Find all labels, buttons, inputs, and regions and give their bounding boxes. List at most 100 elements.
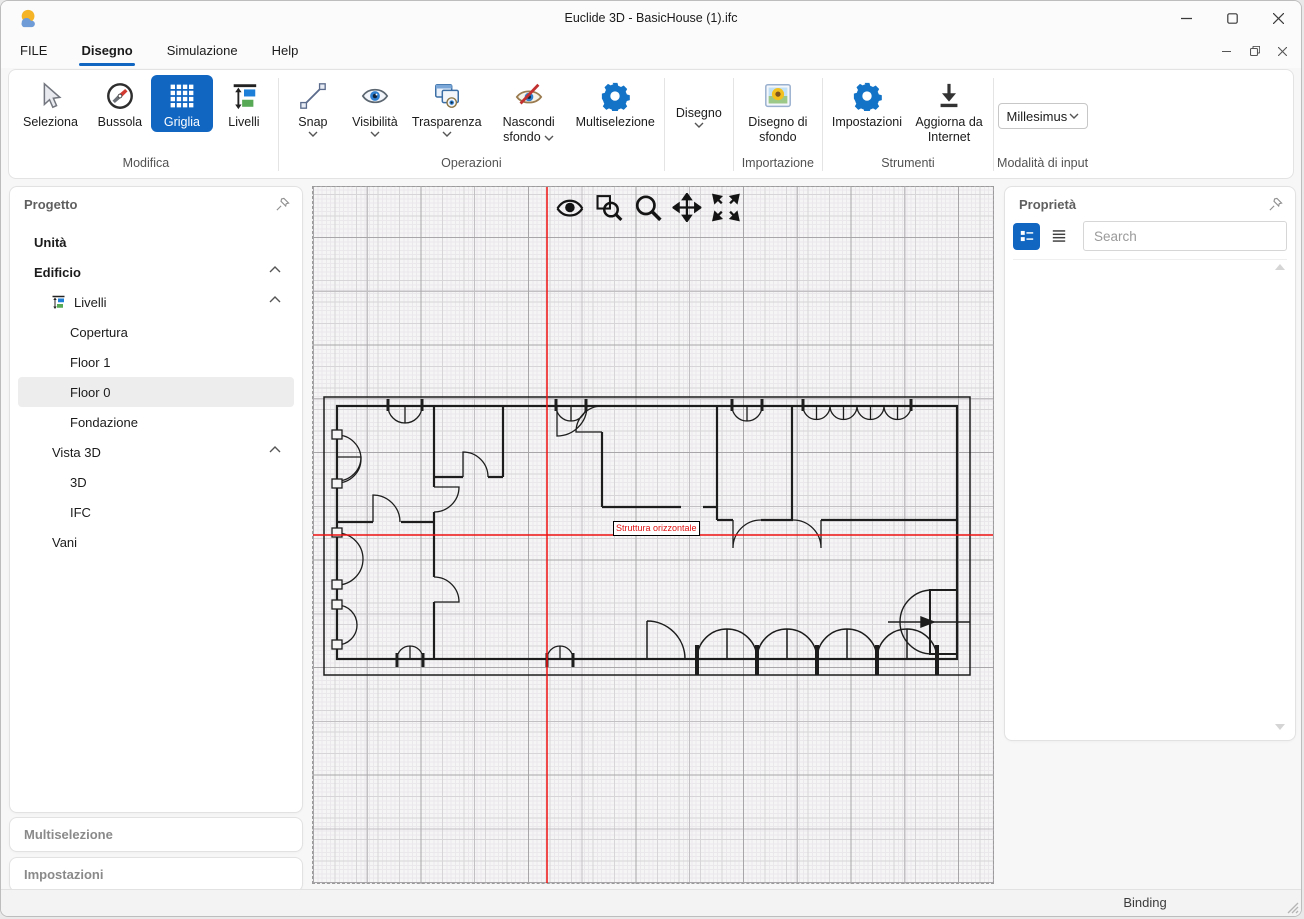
disegno-di-sfondo-button[interactable]: Disegno di sfondo	[737, 75, 819, 147]
fit-view-icon[interactable]	[710, 192, 740, 222]
structure-tooltip: Struttura orizzontale	[613, 521, 700, 536]
zoom-window-icon[interactable]	[593, 192, 623, 222]
status-binding-label: Binding	[1099, 890, 1191, 915]
chevron-up-icon[interactable]	[269, 446, 282, 454]
tree-item-ifc[interactable]: IFC	[18, 497, 294, 527]
livelli-button[interactable]: Livelli	[213, 75, 275, 132]
scroll-down-icon[interactable]	[1275, 724, 1285, 730]
properties-panel: Proprietà	[1004, 186, 1296, 741]
transparency-windows-icon	[431, 80, 463, 112]
minimize-icon[interactable]	[1163, 1, 1209, 35]
pin-icon[interactable]	[275, 197, 290, 212]
chevron-down-icon	[442, 131, 452, 137]
group-label-modalita: Modalità di input	[997, 152, 1088, 176]
ribbon-group-modalita: Millesimus Modalità di input	[997, 75, 1088, 176]
app-window: Euclide 3D - BasicHouse (1).ifc FILE Dis…	[0, 0, 1302, 917]
tree-item-vani[interactable]: Vani	[18, 527, 294, 557]
tree-item-unita[interactable]: Unità	[18, 227, 294, 257]
levels-icon	[50, 294, 66, 310]
magnifier-icon[interactable]	[632, 192, 662, 222]
chevron-down-icon	[1069, 113, 1079, 119]
menu-bar: FILE Disegno Simulazione Help	[1, 35, 1301, 68]
doc-minimize-icon[interactable]	[1213, 41, 1239, 61]
eye-icon	[359, 80, 391, 112]
ribbon: Seleziona Bussola	[8, 69, 1294, 179]
download-icon	[933, 80, 965, 112]
chevron-down-icon	[544, 135, 554, 141]
chevron-down-icon	[370, 131, 380, 137]
menu-simulazione[interactable]: Simulazione	[165, 37, 240, 66]
multiselezione-panel-header[interactable]: Multiselezione	[9, 817, 303, 852]
categorized-view-button[interactable]	[1013, 223, 1040, 250]
status-bar: Binding	[1, 889, 1301, 916]
ribbon-group-strumenti: Impostazioni Aggiorna da Internet Strume…	[826, 75, 990, 176]
aggiorna-da-internet-button[interactable]: Aggiorna da Internet	[908, 75, 990, 147]
tree-item-copertura[interactable]: Copertura	[18, 317, 294, 347]
chevron-up-icon[interactable]	[269, 296, 282, 304]
menu-disegno[interactable]: Disegno	[79, 37, 134, 66]
project-panel: Progetto Unità Edificio Livelli Copertur…	[9, 186, 303, 813]
resize-grip[interactable]	[1287, 902, 1299, 914]
menu-help[interactable]: Help	[270, 37, 301, 66]
ribbon-group-modifica: Seleziona Bussola	[17, 75, 275, 176]
disegno-dropdown-button[interactable]: Disegno	[668, 75, 730, 130]
input-mode-select[interactable]: Millesimus	[998, 103, 1088, 129]
grid-icon	[166, 80, 198, 112]
properties-toolbar	[1013, 219, 1287, 253]
doc-restore-icon[interactable]	[1242, 41, 1268, 61]
snap-icon	[297, 80, 329, 112]
bussola-button[interactable]: Bussola	[89, 75, 151, 132]
trasparenza-button[interactable]: Trasparenza	[406, 75, 488, 139]
ribbon-group-disegno: Disegno	[668, 75, 730, 176]
chevron-down-icon	[308, 131, 318, 137]
scroll-up-icon[interactable]	[1275, 264, 1285, 270]
nascondi-sfondo-button[interactable]: Nascondi sfondo	[488, 75, 570, 147]
properties-search-input[interactable]	[1083, 221, 1287, 251]
pin-icon[interactable]	[1268, 197, 1283, 212]
tree-item-edificio[interactable]: Edificio	[18, 257, 294, 287]
tree-item-fondazione[interactable]: Fondazione	[18, 407, 294, 437]
levels-icon	[228, 80, 260, 112]
tree-item-floor-1[interactable]: Floor 1	[18, 347, 294, 377]
group-label-importazione: Importazione	[737, 152, 819, 176]
window-title: Euclide 3D - BasicHouse (1).ifc	[1, 1, 1301, 35]
chevron-up-icon[interactable]	[269, 266, 282, 274]
seleziona-button[interactable]: Seleziona	[17, 75, 84, 132]
snap-button[interactable]: Snap	[282, 75, 344, 139]
tree-item-floor-0[interactable]: Floor 0	[18, 377, 294, 407]
group-label-operazioni: Operazioni	[282, 152, 661, 176]
chevron-down-icon	[694, 122, 704, 128]
ribbon-group-operazioni: Snap Visibilità	[282, 75, 661, 176]
tree-item-vista-3d[interactable]: Vista 3D	[18, 437, 294, 467]
project-panel-title: Progetto	[24, 197, 77, 212]
menu-file[interactable]: FILE	[18, 37, 49, 66]
properties-content	[1013, 259, 1287, 734]
maximize-icon[interactable]	[1209, 1, 1255, 35]
hidden-eye-icon	[513, 80, 545, 112]
compass-icon	[104, 80, 136, 112]
background-image-icon	[762, 80, 794, 112]
ribbon-group-importazione: Disegno di sfondo Importazione	[737, 75, 819, 176]
griglia-button[interactable]: Griglia	[151, 75, 213, 132]
multiselezione-button[interactable]: Multiselezione	[570, 75, 661, 132]
pan-eye-icon[interactable]	[554, 192, 584, 222]
project-tree: Unità Edificio Livelli Copertura Floor 1…	[18, 227, 294, 557]
title-bar: Euclide 3D - BasicHouse (1).ifc	[1, 1, 1301, 35]
gear-icon	[851, 80, 883, 112]
drawing-canvas[interactable]: Struttura orizzontale	[312, 186, 994, 884]
tree-item-livelli[interactable]: Livelli	[18, 287, 294, 317]
impostazioni-panel-header[interactable]: Impostazioni	[9, 857, 303, 892]
visibilita-button[interactable]: Visibilità	[344, 75, 406, 139]
tree-item-3d[interactable]: 3D	[18, 467, 294, 497]
canvas-toolbar	[554, 192, 740, 222]
list-view-button[interactable]	[1045, 223, 1072, 250]
doc-close-icon[interactable]	[1269, 41, 1295, 61]
gear-icon	[599, 80, 631, 112]
cursor-icon	[34, 80, 66, 112]
move-icon[interactable]	[671, 192, 701, 222]
impostazioni-button[interactable]: Impostazioni	[826, 75, 908, 132]
close-icon[interactable]	[1255, 1, 1301, 35]
group-label-strumenti: Strumenti	[826, 152, 990, 176]
properties-panel-title: Proprietà	[1019, 197, 1076, 212]
group-label-modifica: Modifica	[17, 152, 275, 176]
